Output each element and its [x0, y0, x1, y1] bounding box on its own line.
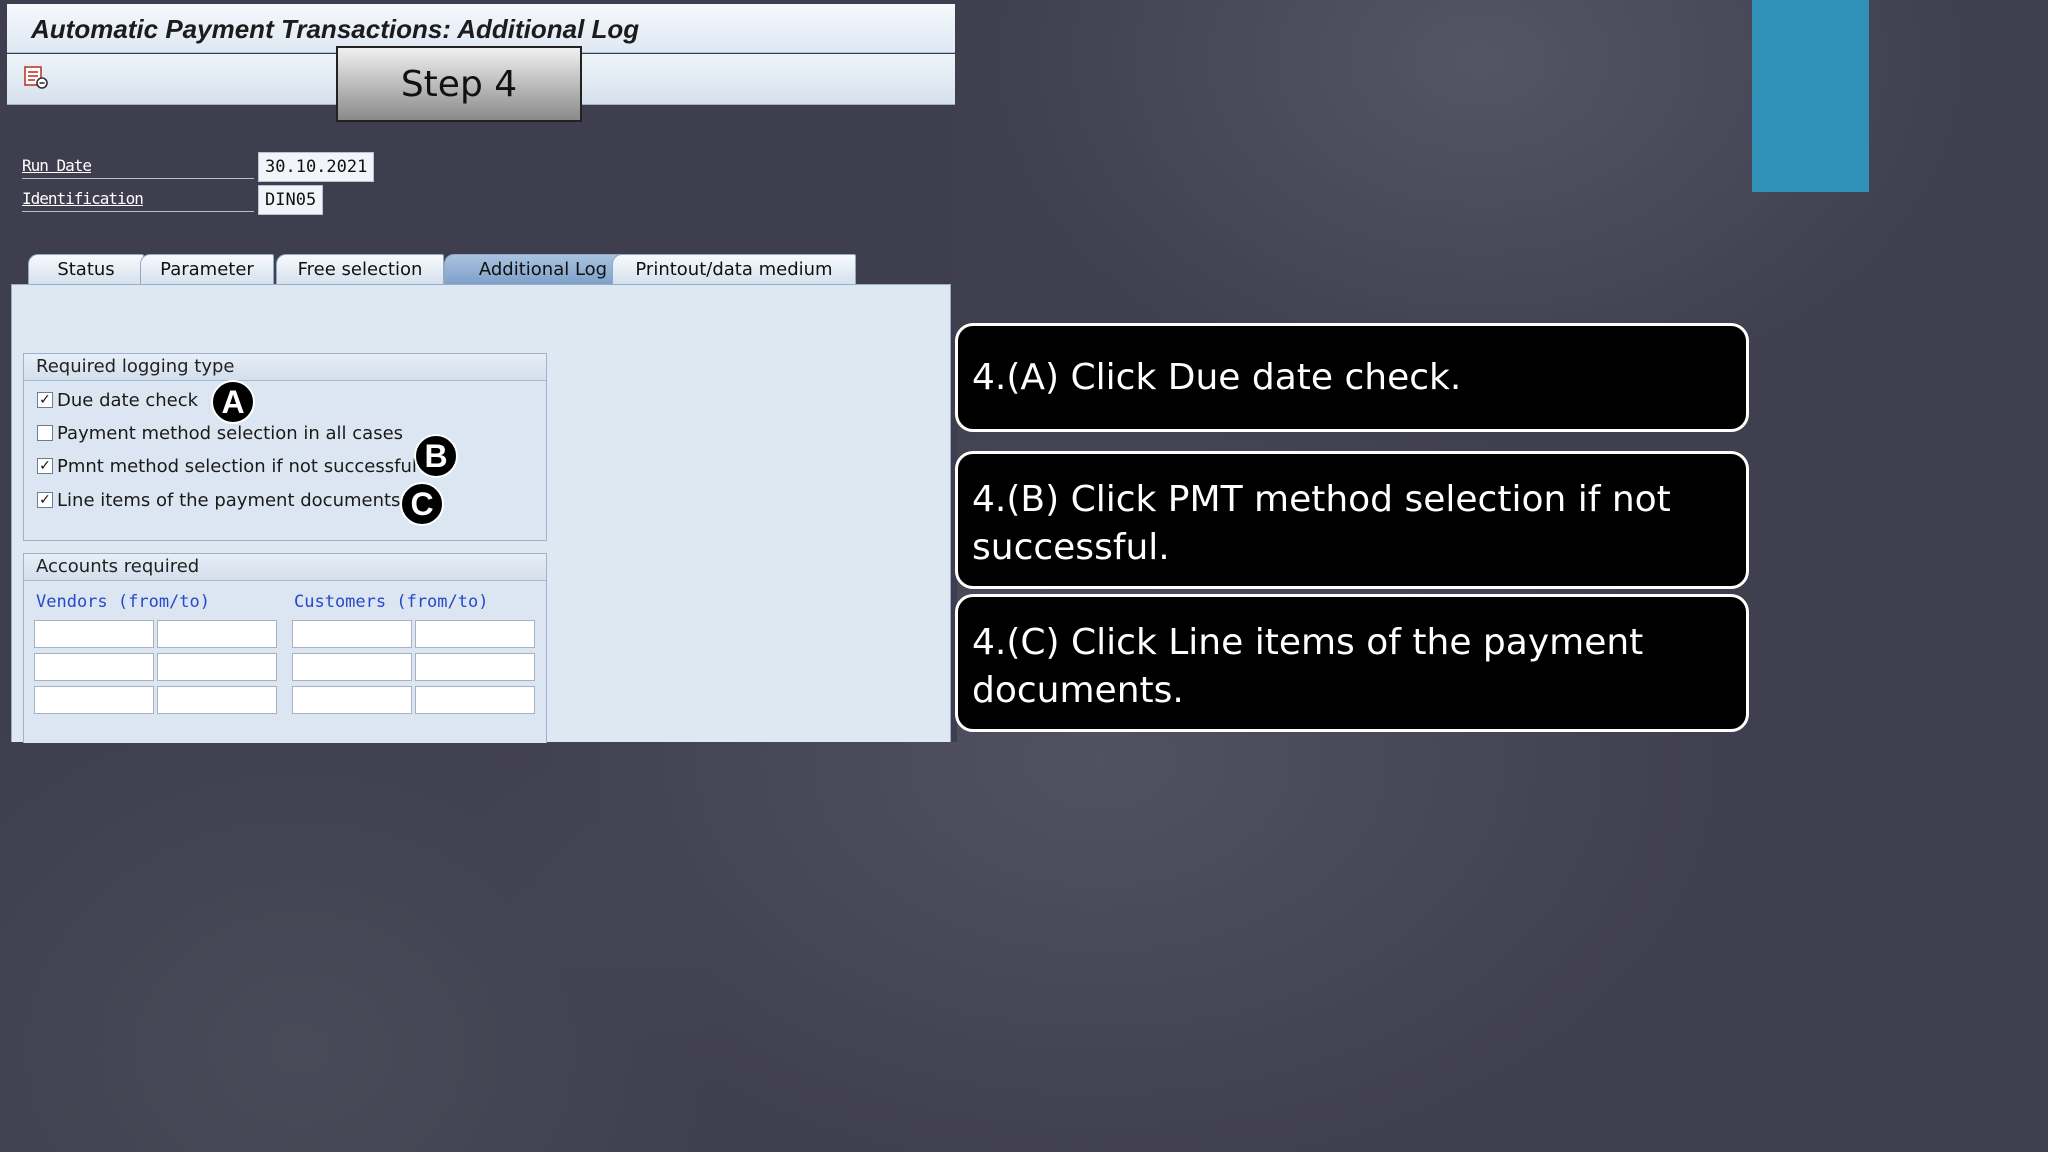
customer-from-input-3[interactable] [292, 686, 412, 714]
tab-parameter[interactable]: Parameter [140, 254, 274, 284]
callout-step-c: 4.(C) Click Line items of the payment do… [955, 594, 1749, 732]
identification-row: Identification DIN05 [22, 185, 382, 215]
customer-from-input-1[interactable] [292, 620, 412, 648]
log-list-icon[interactable] [23, 64, 49, 90]
accounts-required-group: Accounts required Vendors (from/to) Cust… [23, 553, 547, 743]
vendor-to-input-2[interactable] [157, 653, 277, 681]
pmnt-method-not-successful-label: Pmnt method selection if not successful [57, 455, 417, 477]
run-date-field[interactable]: 30.10.2021 [258, 152, 375, 182]
customer-to-input-1[interactable] [415, 620, 535, 648]
required-logging-type-group: Required logging type ✓ Due date check P… [23, 353, 547, 541]
run-date-label: Run Date [22, 156, 254, 179]
identification-label: Identification [22, 189, 254, 212]
callout-step-b: 4.(B) Click PMT method selection if not … [955, 451, 1749, 589]
run-date-row: Run Date 30.10.2021 [22, 152, 382, 182]
customer-to-input-3[interactable] [415, 686, 535, 714]
vendors-column-header: Vendors (from/to) [36, 592, 210, 612]
callout-step-a: 4.(A) Click Due date check. [955, 323, 1749, 432]
tab-status[interactable]: Status [28, 254, 144, 284]
payment-method-all-cases-option[interactable]: Payment method selection in all cases [37, 421, 403, 445]
marker-c: C [400, 482, 444, 526]
customer-to-input-2[interactable] [415, 653, 535, 681]
additional-log-panel: Required logging type ✓ Due date check P… [11, 284, 951, 743]
payment-method-all-cases-checkbox[interactable] [37, 425, 53, 441]
accent-decoration [1752, 0, 1869, 192]
customer-from-input-2[interactable] [292, 653, 412, 681]
payment-method-all-cases-label: Payment method selection in all cases [57, 422, 404, 444]
identification-field[interactable]: DIN05 [258, 185, 324, 215]
pmnt-method-not-successful-checkbox[interactable]: ✓ [37, 458, 53, 474]
sap-window: Automatic Payment Transactions: Addition… [0, 0, 957, 743]
group-title: Accounts required [24, 554, 546, 581]
line-items-label: Line items of the payment documents [57, 489, 401, 511]
due-date-check-checkbox[interactable]: ✓ [37, 392, 53, 408]
line-items-checkbox[interactable]: ✓ [37, 492, 53, 508]
vendor-from-input-2[interactable] [34, 653, 154, 681]
line-items-option[interactable]: ✓ Line items of the payment documents [37, 488, 400, 512]
step-badge: Step 4 [336, 46, 582, 122]
vendor-from-input-3[interactable] [34, 686, 154, 714]
group-title: Required logging type [24, 354, 546, 381]
due-date-check-option[interactable]: ✓ Due date check [37, 388, 198, 412]
due-date-check-label: Due date check [57, 389, 199, 411]
marker-a: A [211, 380, 255, 424]
marker-b: B [414, 434, 458, 478]
customers-column-header: Customers (from/to) [294, 592, 489, 612]
vendor-to-input-1[interactable] [157, 620, 277, 648]
vendor-to-input-3[interactable] [157, 686, 277, 714]
tab-printout-data-medium[interactable]: Printout/data medium [612, 254, 856, 284]
vendor-from-input-1[interactable] [34, 620, 154, 648]
tab-free-selection[interactable]: Free selection [276, 254, 444, 284]
pmnt-method-not-successful-option[interactable]: ✓ Pmnt method selection if not successfu… [37, 454, 417, 478]
window-title: Automatic Payment Transactions: Addition… [31, 14, 640, 44]
